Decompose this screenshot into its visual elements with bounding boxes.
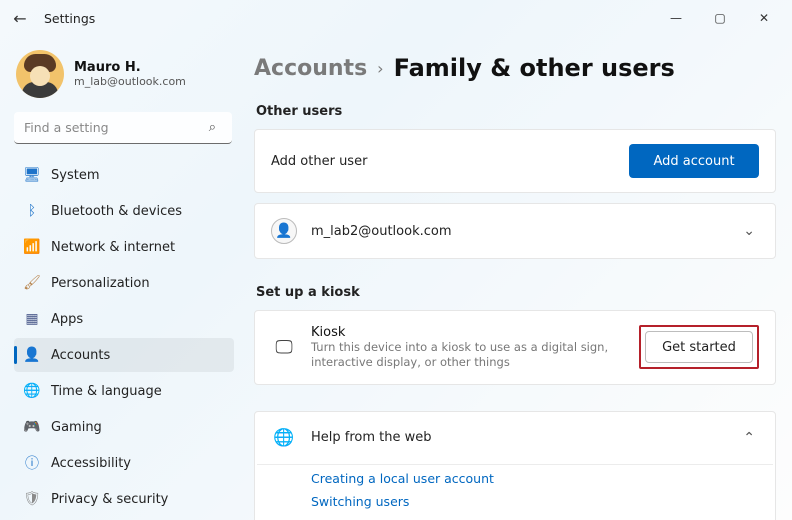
globe-icon: 🌐 — [24, 383, 40, 399]
sidebar-item-personalization[interactable]: 🖌 Personalization — [14, 266, 234, 300]
sidebar-item-accounts[interactable]: 👤 Accounts — [14, 338, 234, 372]
sidebar-item-privacy[interactable]: 🛡 Privacy & security — [14, 482, 234, 516]
sidebar-item-label: Time & language — [51, 384, 162, 399]
sidebar-item-system[interactable]: 🖥 System — [14, 158, 234, 192]
main-content: Accounts › Family & other users Other us… — [244, 36, 792, 520]
sidebar-item-label: Apps — [51, 312, 83, 327]
other-user-row[interactable]: 👤 m_lab2@outlook.com ⌄ — [254, 203, 776, 259]
add-other-user-card: Add other user Add account — [254, 129, 776, 193]
back-button[interactable]: ← — [6, 4, 34, 32]
breadcrumb: Accounts › Family & other users — [254, 54, 776, 100]
section-header-kiosk: Set up a kiosk — [256, 285, 776, 300]
sidebar-item-apps[interactable]: ▦ Apps — [14, 302, 234, 336]
sidebar-item-label: System — [51, 168, 99, 183]
display-icon: 🖥 — [24, 167, 40, 183]
nav: 🖥 System ᛒ Bluetooth & devices 📶 Network & … — [14, 158, 234, 520]
get-started-button[interactable]: Get started — [645, 331, 753, 363]
sidebar-item-label: Bluetooth & devices — [51, 204, 182, 219]
sidebar-item-label: Privacy & security — [51, 492, 168, 507]
add-other-user-label: Add other user — [271, 154, 615, 169]
accessibility-icon: ⓘ — [24, 455, 40, 471]
maximize-button[interactable]: ▢ — [698, 3, 742, 33]
profile-name: Mauro H. — [74, 60, 186, 75]
window-title: Settings — [44, 11, 95, 26]
highlight-box: Get started — [639, 325, 759, 369]
title-bar: ← Settings — ▢ ✕ — [0, 0, 792, 36]
sidebar-item-network[interactable]: 📶 Network & internet — [14, 230, 234, 264]
person-icon: 👤 — [271, 218, 297, 244]
gaming-icon: 🎮 — [24, 419, 40, 435]
wifi-icon: 📶 — [24, 239, 40, 255]
other-user-email: m_lab2@outlook.com — [311, 224, 725, 239]
kiosk-heading: Kiosk — [311, 325, 625, 340]
sidebar-item-bluetooth[interactable]: ᛒ Bluetooth & devices — [14, 194, 234, 228]
chevron-right-icon: › — [377, 59, 383, 78]
bluetooth-icon: ᛒ — [24, 203, 40, 219]
sidebar-item-label: Network & internet — [51, 240, 175, 255]
section-header-other-users: Other users — [256, 104, 776, 119]
profile-block[interactable]: Mauro H. m_lab@outlook.com — [14, 44, 234, 112]
kiosk-icon: 🖵 — [271, 337, 297, 358]
help-link-switching-users[interactable]: Switching users — [311, 494, 765, 509]
help-card: 🌐 Help from the web ⌃ Creating a local u… — [254, 411, 776, 520]
person-icon: 👤 — [24, 347, 40, 363]
help-title: Help from the web — [311, 430, 725, 445]
help-link-create-local-user[interactable]: Creating a local user account — [311, 471, 765, 486]
globe-help-icon: 🌐 — [271, 428, 297, 448]
kiosk-card: 🖵 Kiosk Turn this device into a kiosk to… — [254, 310, 776, 385]
chevron-down-icon[interactable]: ⌄ — [739, 219, 759, 243]
help-header-row[interactable]: 🌐 Help from the web ⌃ — [255, 412, 775, 464]
search-input[interactable] — [14, 112, 232, 144]
kiosk-description: Turn this device into a kiosk to use as … — [311, 340, 625, 370]
profile-email: m_lab@outlook.com — [74, 75, 186, 88]
apps-icon: ▦ — [24, 311, 40, 327]
chevron-up-icon[interactable]: ⌃ — [739, 426, 759, 450]
sidebar: Mauro H. m_lab@outlook.com ⌕ 🖥System ᛒBl… — [0, 36, 244, 520]
brush-icon: 🖌 — [24, 275, 40, 291]
sidebar-item-gaming[interactable]: 🎮 Gaming — [14, 410, 234, 444]
add-account-button[interactable]: Add account — [629, 144, 759, 178]
breadcrumb-parent[interactable]: Accounts — [254, 56, 367, 81]
close-button[interactable]: ✕ — [742, 3, 786, 33]
sidebar-item-time[interactable]: 🌐 Time & language — [14, 374, 234, 408]
minimize-button[interactable]: — — [654, 3, 698, 33]
sidebar-item-label: Gaming — [51, 420, 102, 435]
avatar — [16, 50, 64, 98]
shield-icon: 🛡 — [24, 491, 40, 507]
sidebar-item-label: Accessibility — [51, 456, 131, 471]
sidebar-item-label: Personalization — [51, 276, 150, 291]
page-title: Family & other users — [394, 54, 675, 82]
sidebar-item-accessibility[interactable]: ⓘ Accessibility — [14, 446, 234, 480]
sidebar-item-label: Accounts — [51, 348, 110, 363]
